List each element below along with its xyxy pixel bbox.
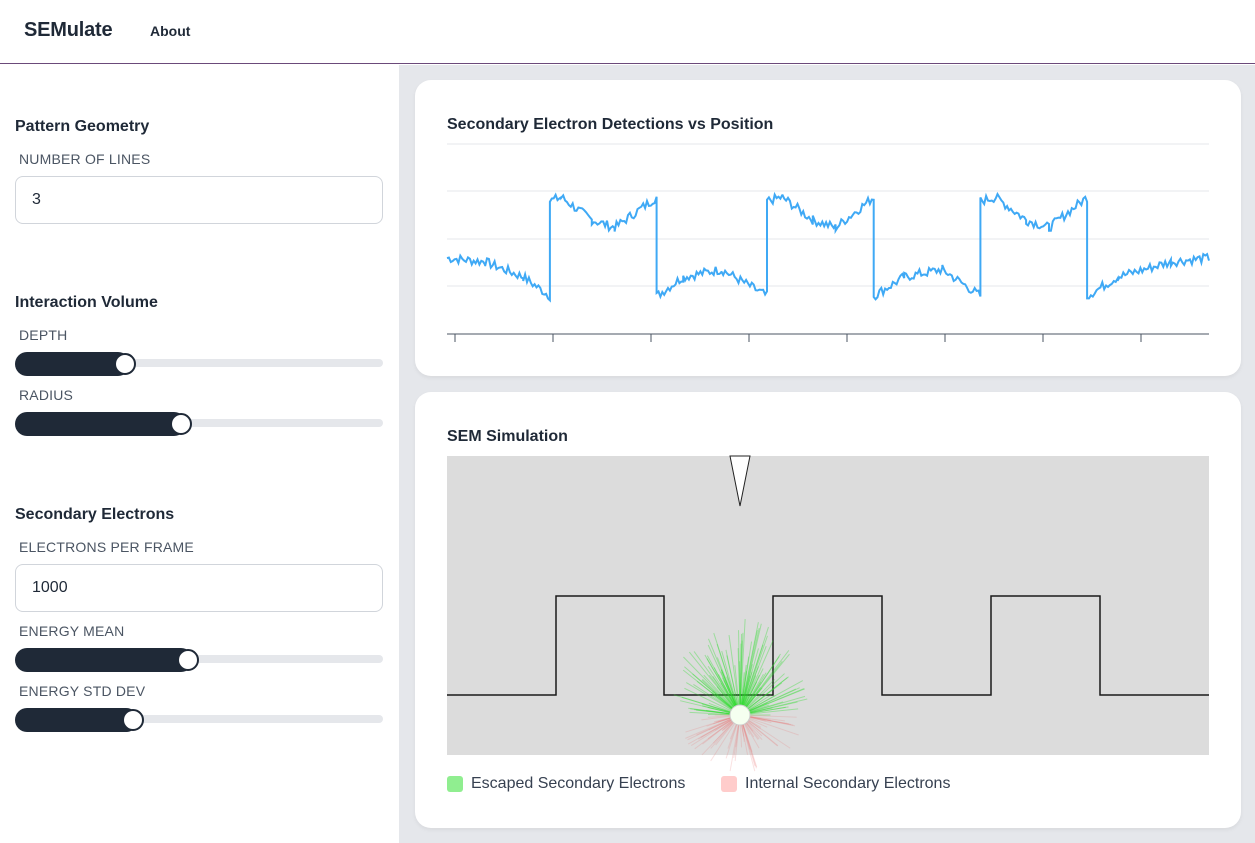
slider-thumb[interactable] — [122, 709, 144, 731]
app-brand[interactable]: SEMulate — [24, 19, 113, 42]
legend-swatch-internal — [721, 776, 737, 792]
legend-label-internal: Internal Secondary Electrons — [745, 775, 951, 792]
slider-fill — [15, 352, 130, 376]
slider-thumb[interactable] — [114, 353, 136, 375]
slider-fill — [15, 648, 193, 672]
legend-swatch-escaped — [447, 776, 463, 792]
energy-std-dev-label: ENERGY STD DEV — [19, 683, 146, 699]
energy-mean-label: ENERGY MEAN — [19, 623, 125, 639]
sem-simulation-canvas — [447, 455, 1209, 772]
sidebar: Pattern Geometry NUMBER OF LINES 3 Inter… — [0, 65, 399, 843]
section-title-secondary-electrons: Secondary Electrons — [15, 506, 175, 523]
detections-chart — [446, 143, 1210, 342]
electrons-per-frame-input[interactable]: 1000 — [15, 564, 383, 612]
sem-simulation-card: SEM Simulation Escaped Secondary Electro… — [415, 392, 1241, 828]
energy-mean-slider[interactable] — [15, 648, 383, 672]
slider-thumb[interactable] — [170, 413, 192, 435]
section-title-interaction-volume: Interaction Volume — [15, 294, 158, 311]
legend-label-escaped: Escaped Secondary Electrons — [471, 775, 686, 792]
nav-about-link[interactable]: About — [150, 23, 190, 39]
radius-slider[interactable] — [15, 412, 383, 436]
number-of-lines-label: NUMBER OF LINES — [19, 151, 151, 167]
sample-region — [447, 456, 1209, 755]
slider-fill — [15, 708, 138, 732]
depth-label: DEPTH — [19, 327, 68, 343]
electron-source — [729, 704, 751, 726]
number-of-lines-input[interactable]: 3 — [15, 176, 383, 224]
energy-std-dev-slider[interactable] — [15, 708, 383, 732]
navbar: SEMulate About — [0, 0, 1255, 64]
detections-chart-card: Secondary Electron Detections vs Positio… — [415, 80, 1241, 376]
slider-fill — [15, 412, 186, 436]
radius-label: RADIUS — [19, 387, 74, 403]
series-line — [446, 191, 1210, 303]
depth-slider[interactable] — [15, 352, 383, 376]
slider-thumb[interactable] — [177, 649, 199, 671]
section-title-pattern-geometry: Pattern Geometry — [15, 118, 150, 135]
electrons-per-frame-label: ELECTRONS PER FRAME — [19, 539, 194, 555]
